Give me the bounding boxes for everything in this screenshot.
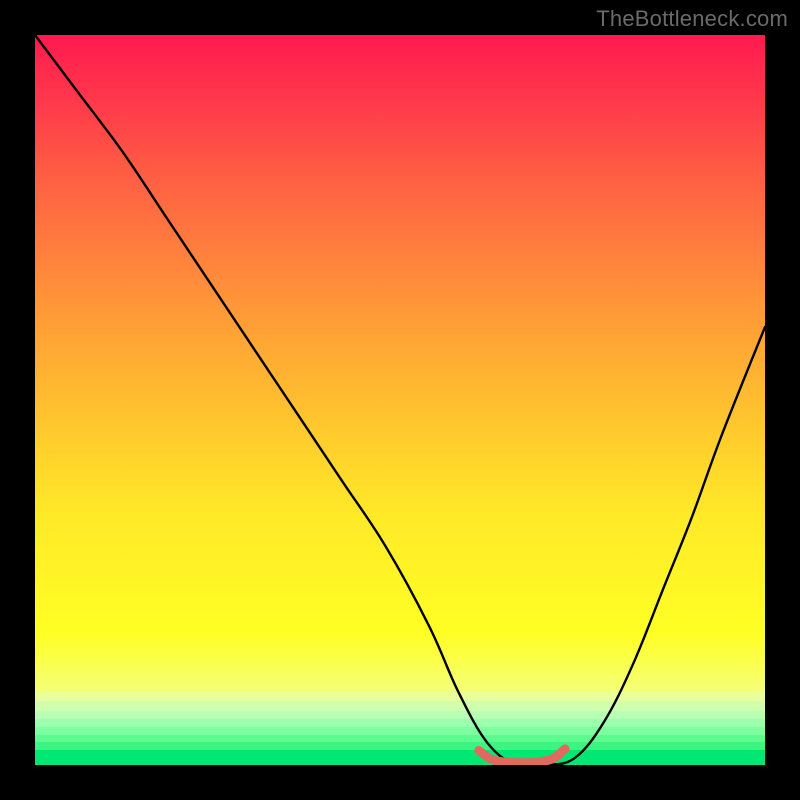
plot-area [35, 35, 765, 765]
chart-frame: TheBottleneck.com [0, 0, 800, 800]
optimal-marker [479, 749, 565, 763]
chart-svg [35, 35, 765, 765]
watermark-text: TheBottleneck.com [596, 6, 788, 32]
bottleneck-curve [35, 35, 765, 765]
